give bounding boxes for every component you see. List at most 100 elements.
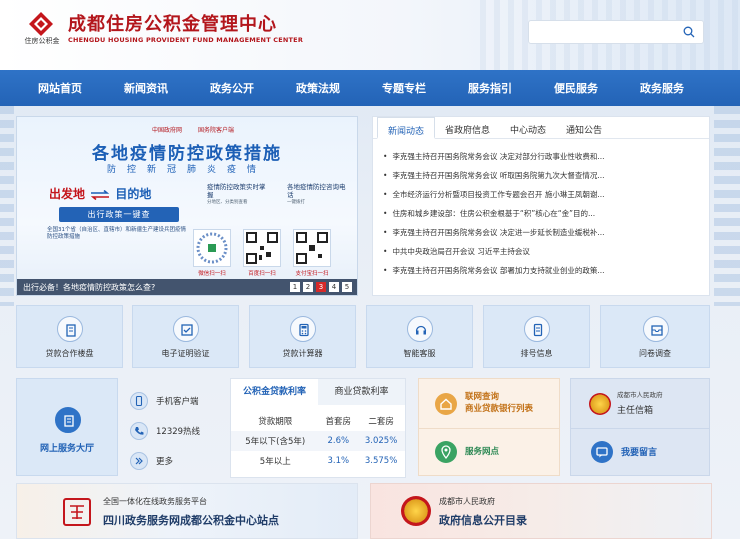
list-item[interactable]: 李克强主持召开国务院常务会议 听取国务院第九次大督查情况... [383,166,703,185]
rate-tabs: 公积金贷款利率 商业贷款利率 [231,379,405,405]
carousel-page-5[interactable]: 5 [342,282,352,292]
nav-item-convenience[interactable]: 便民服务 [533,80,619,96]
service-survey[interactable]: 问卷调查 [600,305,710,368]
director-mailbox-link[interactable]: 成都市人民政府 主任信箱 [571,379,709,429]
service-label: 问卷调查 [639,349,671,358]
banner-fine-print: 全国31个省（自治区、直辖市）和新疆生产建设兵团疫情防控政策措施 [47,227,187,240]
table-row: 5年以上 3.1% 3.575% [231,451,405,471]
quick-link-hotline[interactable]: 12329热线 [130,416,220,446]
sichuan-gov-service-banner[interactable]: 全国一体化在线政务服务平台 四川政务服务网成都公积金中心站点 [16,483,358,539]
message-icon [591,441,613,463]
table-cell-term: 5年以下(含5年) [245,437,306,447]
carousel-banner[interactable]: 中国政府网 国务院客户端 各地疫情防控政策措施 防控新冠肺炎疫情 出发地 目的地… [16,116,358,296]
site-subtitle: CHENGDU HOUSING PROVIDENT FUND MANAGEMEN… [68,36,304,44]
table-cell-term: 5年以上 [259,457,291,467]
phone-icon [130,422,148,440]
mobile-phone-icon [130,392,148,410]
national-emblem-icon [401,496,431,526]
headset-icon [407,316,433,342]
list-item[interactable]: 住房和城乡建设部：住房公积金根基于“积”核心在“金”目的... [383,204,703,223]
mailbox-block: 成都市人民政府 主任信箱 我要留言 [570,378,710,476]
search-input[interactable] [535,24,675,40]
service-loan-projects[interactable]: 贷款合作楼盘 [16,305,123,368]
banner-logos: 中国政府网 国务院客户端 [152,125,248,134]
gov-info-disclosure-banner[interactable]: 成都市人民政府 政府信息公开目录 [370,483,712,539]
qr-label-alipay: 支付宝扫一扫 [295,271,329,277]
nav-item-gov-services[interactable]: 政务服务 [619,80,705,96]
list-item[interactable]: 全市经济运行分析暨项目投资工作专题会召开 施小琳王凤朝谢... [383,185,703,204]
calculator-icon [290,316,316,342]
banner-info-policy: 疫情防控政策实时掌握 分地区、分类别查看 [207,183,267,207]
tab-provincial-info[interactable]: 省政府信息 [435,117,500,139]
banner-info-policy-title: 疫情防控政策实时掌握 [207,183,266,199]
table-cell-second-home: 3.025% [364,436,398,446]
main-nav: 网站首页 新闻资讯 政务公开 政策法规 专题专栏 服务指引 便民服务 政务服务 [0,70,740,106]
news-list: 李克强主持召开国务院常务会议 决定对部分行政事业性收费和... 李克强主持召开国… [383,147,703,280]
carousel-page-3[interactable]: 3 [316,282,326,292]
swap-arrows-icon [90,189,110,200]
tab-news-updates[interactable]: 新闻动态 [377,117,436,139]
service-e-certificate[interactable]: 电子证明验证 [132,305,239,368]
nav-item-special-topics[interactable]: 专题专栏 [361,80,447,96]
banner-caption-bar: 出行必备！各地疫情防控政策怎么查? 1 2 3 4 5 [17,279,357,295]
tab-commercial-rates[interactable]: 商业贷款利率 [318,379,405,405]
carousel-page-2[interactable]: 2 [303,282,313,292]
quick-link-more[interactable]: 更多 [130,446,220,476]
qr-pattern-icon [196,232,228,264]
service-queue-info[interactable]: 排号信息 [483,305,590,368]
rates-table: 贷款期限 首套房 二套房 5年以下(含5年) 2.6% 3.025% 5年以上 … [231,411,405,471]
list-item[interactable]: 李克强主持召开国务院常务会议 决定对部分行政事业性收费和... [383,147,703,166]
service-label: 贷款合作楼盘 [45,349,94,358]
carousel-page-1[interactable]: 1 [290,282,300,292]
nav-item-home[interactable]: 网站首页 [17,80,103,96]
banner-travel-policy-button[interactable]: 出行政策一键查 [59,207,179,222]
logo-caption: 住房公积金 [24,37,60,45]
qr-label-wechat: 微信扫一扫 [198,271,226,277]
banner-caption[interactable]: 出行必备！各地疫情防控政策怎么查? [23,282,155,293]
banner-route: 出发地 目的地 [49,185,151,202]
side-decoration-right [714,106,740,306]
national-platform-label: 全国一体化在线政务服务平台 [103,497,207,506]
service-loan-calculator[interactable]: 贷款计算器 [249,305,356,368]
column-header: 贷款期限 [258,417,293,427]
service-hall-icon [55,407,81,433]
home-icon [435,393,457,415]
city-gov-label: 成都市人民政府 [617,391,663,399]
list-item[interactable]: 中共中央政治局召开会议 习近平主持会议 [383,242,703,261]
service-smart-assistant[interactable]: 智能客服 [366,305,473,368]
qr-label-baidu: 百度扫一扫 [248,271,276,277]
sichuan-gov-service-label: 四川政务服务网成都公积金中心站点 [103,514,279,527]
online-service-hall[interactable]: 网上服务大厅 [16,378,118,476]
search-box [528,20,704,44]
banner-info-hotline-title: 各地疫情防控咨询电话 [287,183,346,199]
site-title[interactable]: 成都住房公积金管理中心 [68,10,277,36]
banner-info-hotline: 各地疫情防控咨询电话 一键拨打 [287,183,347,207]
list-item[interactable]: 李克强主持召开国务院常务会议 部署加力支持就业创业的政策... [383,261,703,280]
nav-item-service-guide[interactable]: 服务指引 [447,80,533,96]
tab-notices[interactable]: 通知公告 [556,117,612,139]
nav-item-policies[interactable]: 政策法规 [275,80,361,96]
emblem-icon [589,393,611,415]
carousel-page-4[interactable]: 4 [329,282,339,292]
service-label: 电子证明验证 [161,349,210,358]
tab-provident-fund-rates[interactable]: 公积金贷款利率 [231,379,318,405]
tab-center-updates[interactable]: 中心动态 [500,117,556,139]
qr-code-baidu [243,229,281,267]
ticket-icon [524,316,550,342]
bank-list-label-line1: 联网查询 [465,392,500,402]
banner-info-hotline-small: 一键拨打 [287,200,305,205]
bank-query-block: 联网查询 商业贷款银行列表 服务网点 [418,378,560,476]
search-icon[interactable] [683,26,695,38]
quick-links: 手机客户端 12329热线 更多 [130,386,220,476]
column-header: 二套房 [368,417,394,427]
bank-list-link[interactable]: 联网查询 商业贷款银行列表 [419,379,559,429]
quick-link-mobile-app[interactable]: 手机客户端 [130,386,220,416]
service-label: 智能客服 [403,349,436,358]
list-item[interactable]: 李克强主持召开国务院常务会议 决定进一步延长制造业缓税补... [383,223,703,242]
service-outlets-label: 服务网点 [465,447,500,457]
banner-subheadline: 防控新冠肺炎疫情 [106,165,267,175]
location-pin-icon [435,441,457,463]
leave-message-label: 我要留言 [621,448,658,458]
nav-item-news[interactable]: 新闻资讯 [103,80,189,96]
nav-item-gov-affairs[interactable]: 政务公开 [189,80,275,96]
